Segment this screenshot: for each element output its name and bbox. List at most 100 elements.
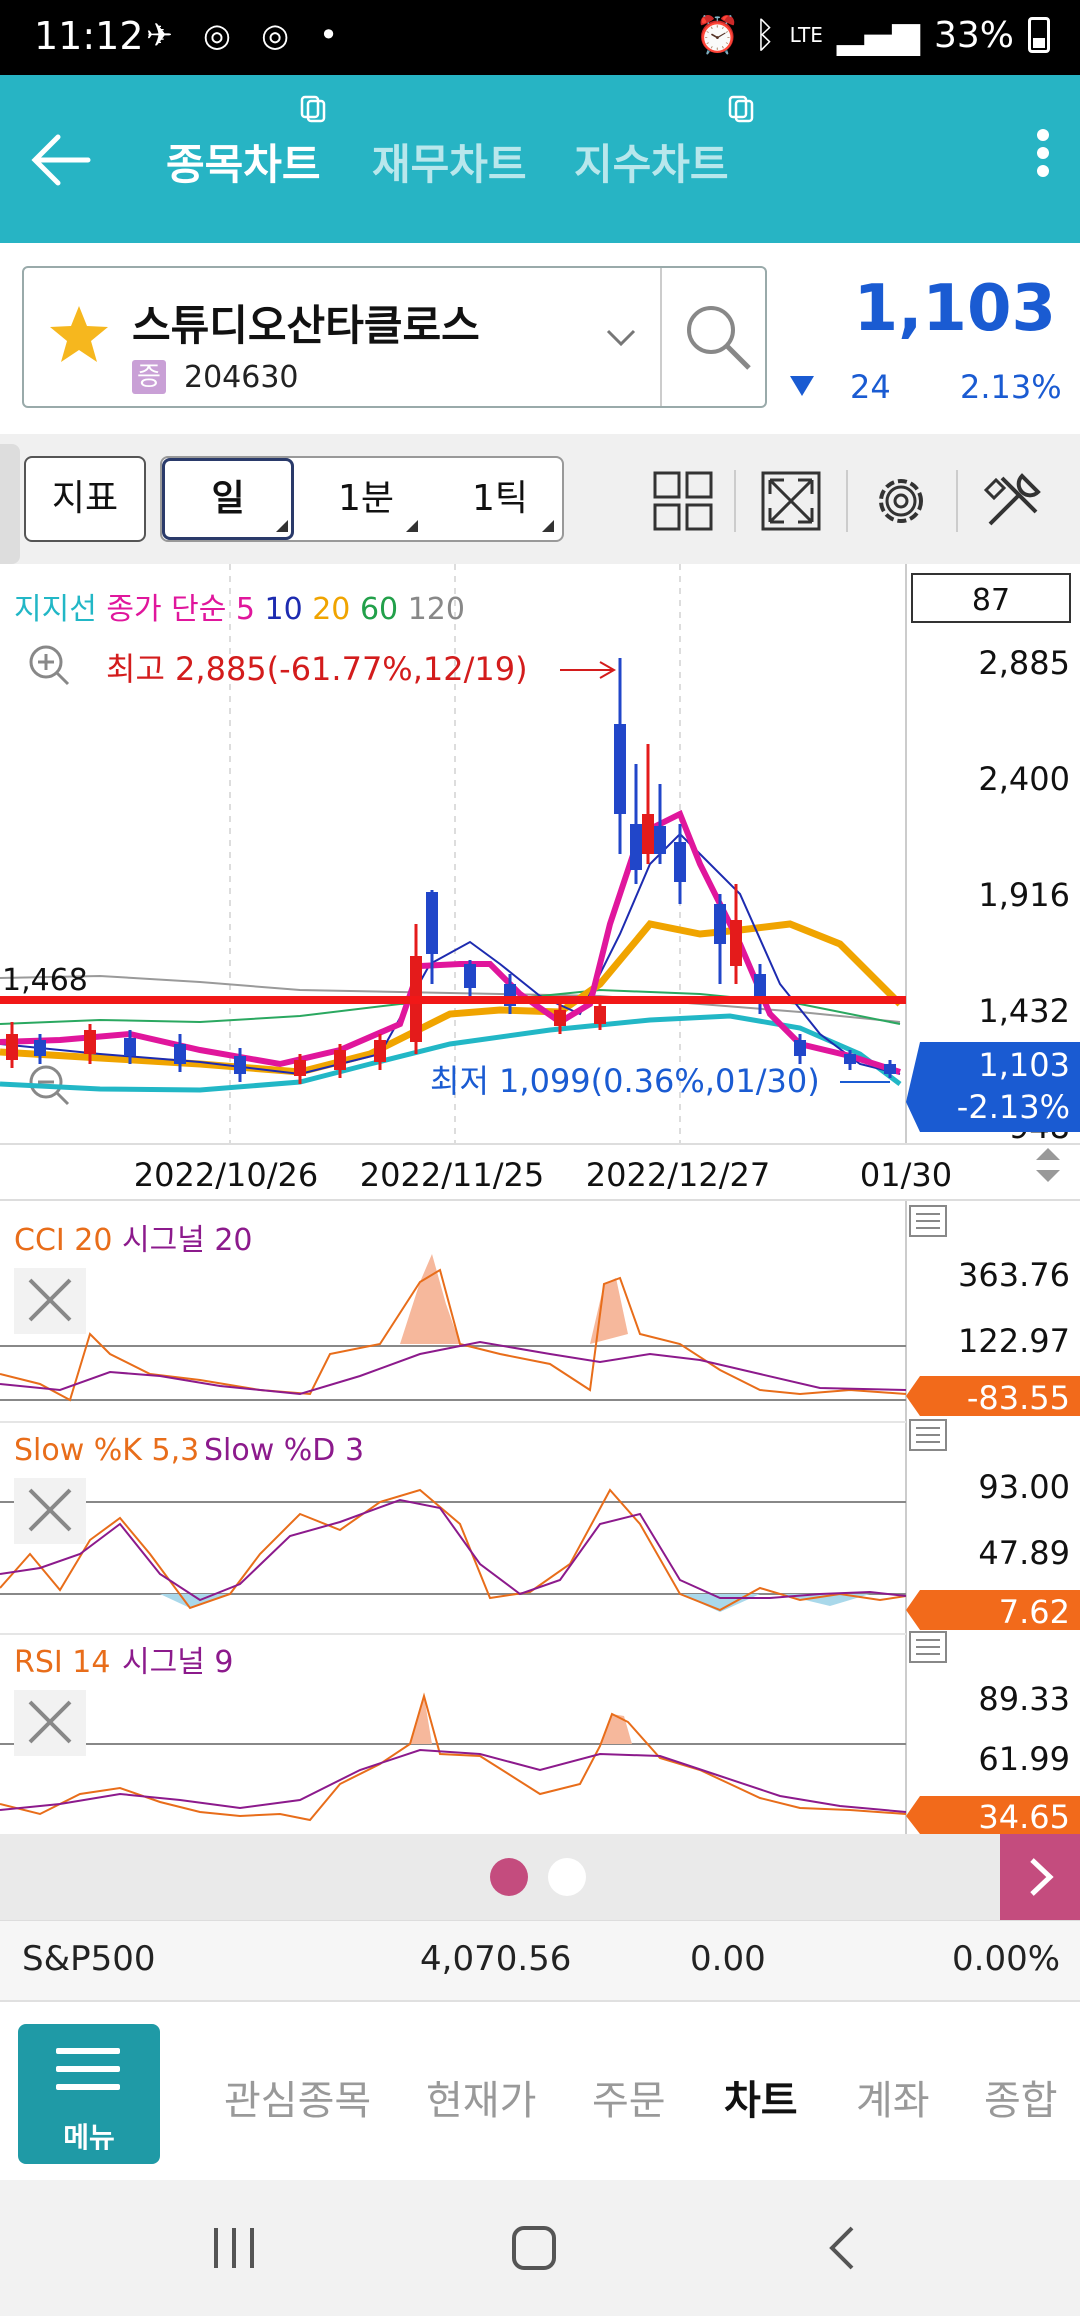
legend-prefix: 지지선 xyxy=(14,592,97,627)
gear-icon[interactable] xyxy=(870,470,932,532)
rsi-tick: 61.99 xyxy=(978,1740,1070,1778)
legend-period: 60 xyxy=(359,592,399,627)
nav-overview[interactable]: 종합 xyxy=(984,2068,1080,2126)
page-dot-active[interactable] xyxy=(490,1858,528,1896)
stock-selector[interactable]: 스튜디오산타클로스 증 204630 xyxy=(22,266,767,408)
rsi-current: 34.65 xyxy=(978,1798,1070,1834)
corner-indicator xyxy=(276,520,288,532)
panel-menu-icon[interactable] xyxy=(909,1419,947,1451)
chevron-down-icon[interactable] xyxy=(604,320,638,354)
panel-menu-icon[interactable] xyxy=(909,1205,947,1237)
network-label: LTE xyxy=(789,23,823,47)
cci-current: -83.55 xyxy=(967,1379,1070,1417)
mirror-icon xyxy=(300,95,326,123)
rsi-tick: 89.33 xyxy=(978,1680,1070,1718)
close-icon[interactable] xyxy=(14,1478,86,1544)
x-date: 01/30 xyxy=(860,1156,952,1194)
tab-index-chart[interactable]: 지수차트 xyxy=(574,131,729,192)
chevron-right-icon xyxy=(1030,1858,1054,1896)
count-box-value: 87 xyxy=(972,583,1010,618)
nav-watchlist[interactable]: 관심종목 xyxy=(224,2068,371,2126)
corner-indicator xyxy=(542,520,554,532)
index-pct: 0.00% xyxy=(952,1939,1061,1979)
index-name: S&P500 xyxy=(22,1939,156,1979)
battery-icon xyxy=(1028,17,1050,53)
low-note: 최저 1,099(0.36%,01/30) xyxy=(430,1062,820,1100)
system-nav-bar xyxy=(0,2180,1080,2316)
stock-name: 스튜디오산타클로스 xyxy=(132,301,480,350)
tab-stock-chart[interactable]: 종목차트 xyxy=(166,131,321,192)
price-change-pct: 2.13% xyxy=(960,368,1062,406)
x-date: 2022/10/26 xyxy=(134,1156,318,1194)
hamburger-icon xyxy=(56,2048,120,2102)
price-chart[interactable]: 87 2,885 2,400 1,916 1,432 948 xyxy=(0,564,1080,1834)
y-tick: 1,432 xyxy=(978,992,1070,1030)
y-tick: 1,916 xyxy=(978,876,1070,914)
app-bar: 종목차트 재무차트 지수차트 xyxy=(0,75,1080,243)
cci-panel[interactable]: CCI 20 시그널 20 363.76 122.97 -83.55 xyxy=(0,1205,1080,1417)
favorite-star-icon[interactable] xyxy=(46,302,112,368)
divider xyxy=(846,470,848,532)
close-icon[interactable] xyxy=(14,1268,86,1334)
stochastic-panel[interactable]: Slow %K 5,3 Slow %D 3 93.00 47.89 7.62 xyxy=(0,1419,1080,1631)
nav-account[interactable]: 계좌 xyxy=(856,2068,930,2126)
status-time: 11:12 xyxy=(34,14,144,58)
notification-icons: ✈ ◎ ◎ • xyxy=(146,16,349,54)
indicator-button[interactable]: 지표 xyxy=(24,456,146,542)
page-dot[interactable] xyxy=(548,1858,586,1896)
more-menu-icon[interactable] xyxy=(1028,123,1058,203)
period-minute-button[interactable]: 1분 xyxy=(338,458,394,540)
menu-label: 메뉴 xyxy=(63,2121,115,2154)
nav-order[interactable]: 주문 xyxy=(592,2068,666,2126)
home-icon[interactable] xyxy=(510,2224,558,2272)
divider xyxy=(734,470,736,532)
period-day-label: 일 xyxy=(211,478,245,519)
status-bar: 11:12 ✈ ◎ ◎ • ⏰ ᛒ LTE ▂▄▆ 33% xyxy=(0,0,1080,75)
legend-period: 120 xyxy=(407,592,465,627)
period-tick-button[interactable]: 1틱 xyxy=(472,458,528,540)
nav-chart[interactable]: 차트 xyxy=(724,2068,798,2126)
cci-tick: 122.97 xyxy=(958,1322,1070,1360)
tools-icon[interactable] xyxy=(982,470,1044,532)
next-page-button[interactable] xyxy=(1000,1834,1080,1920)
period-selector: 일 1분 1틱 xyxy=(160,456,564,542)
fullscreen-icon[interactable] xyxy=(760,470,822,532)
back-arrow-icon[interactable] xyxy=(26,125,96,195)
page-indicator-bar xyxy=(0,1834,1080,1920)
x-date: 2022/12/27 xyxy=(586,1156,770,1194)
rsi-title: RSI 14 xyxy=(14,1645,110,1680)
cci-title: CCI 20 xyxy=(14,1223,112,1258)
panel-menu-icon[interactable] xyxy=(909,1631,947,1663)
bluetooth-icon: ᛒ xyxy=(754,14,776,56)
mirror-icon xyxy=(728,95,754,123)
price-change: 24 xyxy=(850,368,891,406)
signal-icon: ▂▄▆ xyxy=(836,14,920,56)
menu-button[interactable]: 메뉴 xyxy=(18,2024,160,2164)
search-icon[interactable] xyxy=(679,298,759,378)
side-drawer-handle[interactable] xyxy=(0,444,20,564)
zoom-in-icon[interactable] xyxy=(29,645,70,686)
alarm-icon: ⏰ xyxy=(695,15,741,56)
index-ticker[interactable]: S&P500 4,070.56 0.00 0.00% xyxy=(0,1920,1080,2000)
stoch-current: 7.62 xyxy=(999,1593,1070,1631)
back-icon[interactable] xyxy=(822,2224,862,2272)
recent-apps-icon[interactable] xyxy=(210,2226,260,2270)
legend-period: 5 xyxy=(235,592,255,627)
down-triangle-icon xyxy=(790,376,814,396)
chart-toolbar: 지표 일 1분 1틱 xyxy=(0,434,1080,564)
bottom-nav: 메뉴 관심종목 현재가 주문 차트 계좌 종합 xyxy=(0,2000,1080,2180)
grid-layout-icon[interactable] xyxy=(652,470,714,532)
ma-legend: 지지선 종가 단순 5 10 20 60 120 xyxy=(14,584,465,628)
close-icon[interactable] xyxy=(14,1690,86,1756)
stoch-k-title: Slow %K 5,3 xyxy=(14,1433,199,1468)
corner-indicator xyxy=(406,520,418,532)
nav-current-price[interactable]: 현재가 xyxy=(426,2068,536,2126)
stoch-tick: 47.89 xyxy=(978,1534,1070,1572)
period-day-button[interactable]: 일 xyxy=(162,458,294,540)
x-date: 2022/11/25 xyxy=(360,1156,544,1194)
divider xyxy=(660,268,662,406)
current-price-tag-value: 1,103 xyxy=(978,1046,1070,1084)
high-note: 최고 2,885(-61.77%,12/19) xyxy=(106,650,528,688)
rsi-panel[interactable]: RSI 14 시그널 9 89.33 61.99 34.65 xyxy=(0,1631,1080,1834)
tab-financial-chart[interactable]: 재무차트 xyxy=(372,131,527,192)
